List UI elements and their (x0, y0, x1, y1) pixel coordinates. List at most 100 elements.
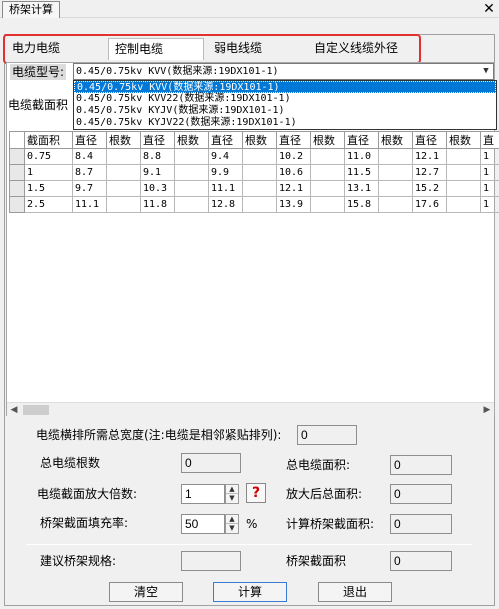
highlight-outline (3, 34, 421, 64)
row-header[interactable] (9, 180, 25, 197)
scroll-thumb[interactable] (23, 405, 49, 415)
cell[interactable]: 11.0 (344, 148, 379, 165)
total-area-field[interactable]: 0 (390, 455, 452, 475)
scroll-right-icon[interactable]: ▶ (480, 403, 494, 417)
cell[interactable]: 10.6 (276, 164, 311, 181)
cell[interactable]: 1.5 (24, 180, 73, 197)
cell[interactable]: 11.5 (344, 164, 379, 181)
cell[interactable] (174, 180, 209, 197)
stepper-down-icon[interactable]: ▼ (226, 494, 238, 503)
col-header: 直径 (344, 131, 379, 149)
total-width-field[interactable]: 0 (297, 425, 357, 445)
cell[interactable] (174, 164, 209, 181)
cell[interactable]: 8.7 (72, 164, 107, 181)
tray-area-field[interactable]: 0 (390, 551, 452, 571)
fill-rate-input[interactable]: 50 (181, 514, 225, 534)
cell[interactable] (310, 148, 345, 165)
cell[interactable]: 12.1 (276, 180, 311, 197)
help-icon[interactable]: ? (246, 483, 266, 503)
table-row[interactable]: 0.75 8.4 8.8 9.4 10.2 11.0 12.1 1 (9, 148, 499, 165)
row-header[interactable] (9, 148, 25, 165)
clear-button[interactable]: 清空 (109, 582, 183, 602)
cell[interactable] (106, 164, 141, 181)
row-header[interactable] (9, 196, 25, 213)
suggested-spec-field[interactable] (181, 551, 241, 571)
cell[interactable] (106, 148, 141, 165)
dropdown-option[interactable]: 0.45/0.75kv KYJV(数据来源:19DX101-1) (74, 105, 496, 117)
cell[interactable]: 12.1 (412, 148, 447, 165)
cell[interactable] (174, 196, 209, 213)
cell[interactable] (446, 196, 481, 213)
scale-factor-stepper[interactable]: ▲ ▼ (225, 484, 239, 504)
cell[interactable]: 8.4 (72, 148, 107, 165)
cell[interactable] (378, 148, 413, 165)
cell[interactable] (310, 164, 345, 181)
scale-factor-input[interactable]: 1 (181, 484, 225, 504)
table-row[interactable]: 2.5 11.1 11.8 12.8 13.9 15.8 17.6 1 (9, 196, 499, 213)
dropdown-option[interactable]: 0.45/0.75kv KYJV22(数据来源:19DX101-1) (74, 117, 496, 129)
dropdown-option[interactable]: 0.45/0.75kv KVV22(数据来源:19DX101-1) (74, 93, 496, 105)
cell[interactable] (310, 180, 345, 197)
cell[interactable] (242, 196, 277, 213)
cell[interactable] (242, 180, 277, 197)
calc-area-field[interactable]: 0 (390, 514, 452, 534)
cell[interactable]: 10.2 (276, 148, 311, 165)
cell[interactable]: 13.9 (276, 196, 311, 213)
exit-button[interactable]: 退出 (318, 582, 392, 602)
stepper-up-icon[interactable]: ▲ (226, 515, 238, 524)
cell[interactable]: 9.4 (208, 148, 243, 165)
cell[interactable]: 12.7 (412, 164, 447, 181)
total-count-label: 总电缆根数 (40, 456, 101, 470)
cell[interactable] (106, 196, 141, 213)
cell[interactable] (378, 196, 413, 213)
total-count-field[interactable]: 0 (181, 453, 241, 473)
stepper-up-icon[interactable]: ▲ (226, 485, 238, 494)
cell[interactable] (446, 148, 481, 165)
cell[interactable] (310, 196, 345, 213)
cell[interactable]: 15.8 (344, 196, 379, 213)
table-row[interactable]: 1.5 9.7 10.3 11.1 12.1 13.1 15.2 1 (9, 180, 499, 197)
chevron-down-icon[interactable]: ▼ (479, 64, 493, 79)
total-area-label: 总电缆面积: (286, 458, 351, 472)
cell[interactable]: 10.3 (140, 180, 175, 197)
cell[interactable] (446, 164, 481, 181)
cell[interactable]: 11.8 (140, 196, 175, 213)
cell[interactable]: 2.5 (24, 196, 73, 213)
cell[interactable] (378, 180, 413, 197)
dropdown-option[interactable]: 0.45/0.75kv KVV(数据来源:19DX101-1) (74, 81, 496, 93)
cell[interactable] (378, 164, 413, 181)
cell[interactable]: 1 (24, 164, 73, 181)
scroll-left-icon[interactable]: ◀ (7, 403, 21, 417)
cell[interactable]: 17.6 (412, 196, 447, 213)
cell[interactable]: 9.1 (140, 164, 175, 181)
cable-type-select[interactable]: 0.45/0.75kv KVV(数据来源:19DX101-1) ▼ (73, 63, 494, 80)
cell[interactable] (174, 148, 209, 165)
cell[interactable]: 12.8 (208, 196, 243, 213)
window-tab[interactable]: 桥架计算 (2, 1, 60, 18)
cell[interactable]: 13.1 (344, 180, 379, 197)
row-header[interactable] (9, 164, 25, 181)
cell[interactable] (106, 180, 141, 197)
calculate-button[interactable]: 计算 (213, 582, 287, 602)
fill-rate-stepper[interactable]: ▲ ▼ (225, 514, 239, 534)
cell[interactable]: 1 (480, 196, 499, 213)
horizontal-scrollbar[interactable]: ◀ ▶ (7, 402, 494, 416)
cell[interactable]: 9.9 (208, 164, 243, 181)
cell[interactable]: 1 (480, 148, 499, 165)
close-icon[interactable]: ✕ (481, 1, 497, 17)
cell[interactable]: 11.1 (72, 196, 107, 213)
table-row[interactable]: 1 8.7 9.1 9.9 10.6 11.5 12.7 1 (9, 164, 499, 181)
scaled-area-field[interactable]: 0 (390, 484, 452, 504)
cell[interactable]: 0.75 (24, 148, 73, 165)
cell[interactable]: 15.2 (412, 180, 447, 197)
cell[interactable] (446, 180, 481, 197)
divider (26, 544, 472, 545)
cell[interactable]: 9.7 (72, 180, 107, 197)
cell[interactable]: 8.8 (140, 148, 175, 165)
cell[interactable] (242, 164, 277, 181)
cell[interactable] (242, 148, 277, 165)
cell[interactable]: 11.1 (208, 180, 243, 197)
cell[interactable]: 1 (480, 180, 499, 197)
stepper-down-icon[interactable]: ▼ (226, 524, 238, 533)
cell[interactable]: 1 (480, 164, 499, 181)
